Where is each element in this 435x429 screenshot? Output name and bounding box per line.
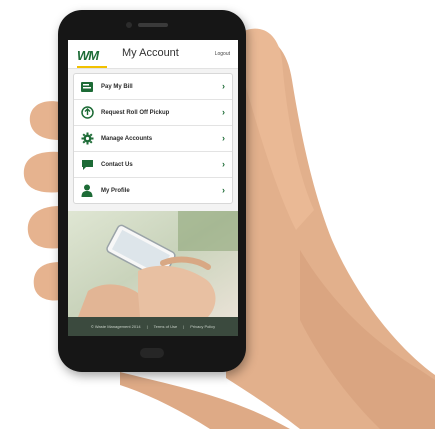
menu-item-label: Contact Us	[101, 161, 133, 168]
hero-photo	[68, 211, 238, 317]
chevron-right-icon: ›	[222, 107, 225, 117]
copyright-text: © Waste Management 2014	[90, 324, 141, 329]
footer-divider: |	[183, 324, 185, 329]
menu-item-pay-bill[interactable]: Pay My Bill ›	[74, 74, 232, 100]
menu-item-label: Manage Accounts	[101, 135, 153, 142]
chevron-right-icon: ›	[222, 159, 225, 169]
home-button[interactable]	[140, 348, 164, 358]
gear-icon	[80, 132, 94, 146]
menu-item-manage-accounts[interactable]: Manage Accounts ›	[74, 126, 232, 152]
camera-icon	[126, 22, 132, 28]
footer: © Waste Management 2014 | Terms of Use |…	[68, 317, 238, 336]
chevron-right-icon: ›	[222, 81, 225, 91]
chevron-right-icon: ›	[222, 133, 225, 143]
footer-divider: |	[146, 324, 148, 329]
logout-link[interactable]: Logout	[215, 51, 230, 57]
account-menu: Pay My Bill › Request Roll Off Pickup ›	[73, 73, 233, 204]
page-title: My Account	[122, 47, 179, 59]
pickup-icon	[80, 106, 94, 120]
bill-icon	[80, 80, 94, 94]
terms-link[interactable]: Terms of Use	[154, 324, 178, 329]
logo-underline	[77, 66, 107, 68]
app-screen: WM My Account Logout Pay My Bill › Reque…	[68, 40, 238, 336]
chat-icon	[80, 158, 94, 172]
menu-item-contact-us[interactable]: Contact Us ›	[74, 152, 232, 178]
menu-item-roll-off-pickup[interactable]: Request Roll Off Pickup ›	[74, 100, 232, 126]
privacy-link[interactable]: Privacy Policy	[190, 324, 215, 329]
menu-item-my-profile[interactable]: My Profile ›	[74, 178, 232, 203]
person-icon	[80, 184, 94, 198]
menu-item-label: Pay My Bill	[101, 83, 133, 90]
app-header: WM My Account Logout	[68, 40, 238, 69]
chevron-right-icon: ›	[222, 185, 225, 195]
wm-logo: WM	[77, 47, 107, 68]
speaker-grille	[138, 23, 168, 27]
menu-item-label: Request Roll Off Pickup	[101, 109, 170, 116]
logo-text: WM	[77, 48, 99, 63]
menu-item-label: My Profile	[101, 187, 130, 194]
